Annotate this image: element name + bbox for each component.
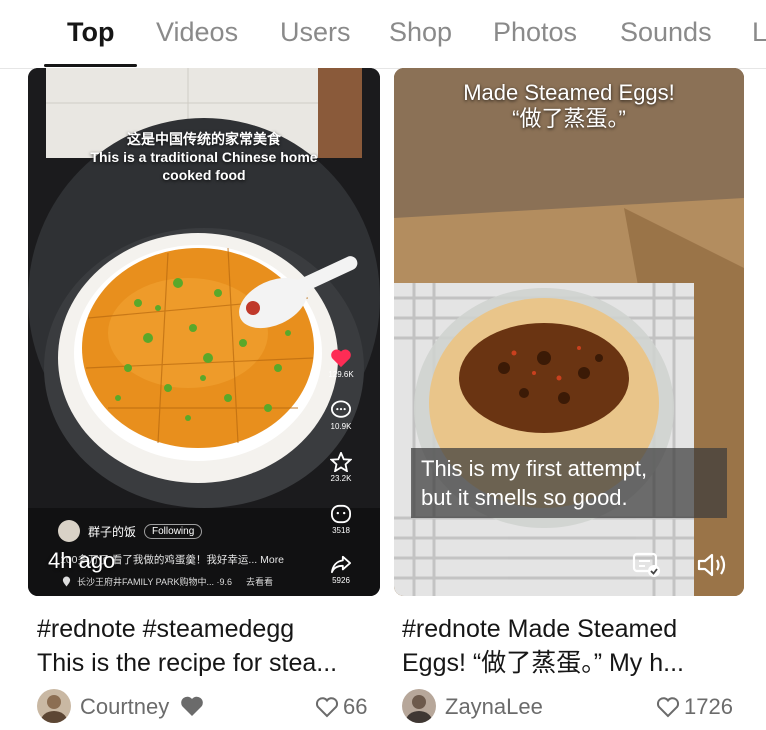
active-tab-indicator xyxy=(44,64,137,67)
subtitle-line-1: This is my first attempt, xyxy=(421,456,648,481)
video-caption-top: Made Steamed Eggs! “做了蒸蛋。” xyxy=(394,80,744,132)
card1-author[interactable]: Courtney xyxy=(80,692,205,722)
tab-sounds[interactable]: Sounds xyxy=(620,14,712,50)
heart-icon xyxy=(331,349,351,368)
heart-outline-icon xyxy=(656,697,680,718)
card1-title-line-2: This is the recipe for stea... xyxy=(37,649,338,677)
grey-heart-icon xyxy=(181,696,204,716)
video-card-2[interactable]: Made Steamed Eggs! “做了蒸蛋。” This is my fi… xyxy=(394,68,744,596)
comment-count: 10.9K xyxy=(330,422,352,431)
search-tabs: Top Videos Users Shop Photos Sounds L xyxy=(0,0,766,69)
card1-likes[interactable]: 66 xyxy=(315,692,367,722)
tab-videos[interactable]: Videos xyxy=(156,14,238,50)
creator-row: 群子的饭 Following xyxy=(58,520,203,542)
sticker-icon xyxy=(331,504,351,524)
tab-photos[interactable]: Photos xyxy=(493,14,577,50)
avatar-image xyxy=(41,695,67,723)
share-action[interactable]: 5926 xyxy=(321,554,361,585)
card2-author[interactable]: ZaynaLee xyxy=(445,692,543,722)
card1-author-name: Courtney xyxy=(80,694,170,719)
following-button[interactable]: Following xyxy=(144,523,203,539)
share-count: 5926 xyxy=(332,576,350,585)
star-icon xyxy=(330,452,352,472)
favorite-count: 23.2K xyxy=(330,474,352,483)
subtitle-line-2: but it smells so good. xyxy=(421,485,628,510)
reaction-count: 3518 xyxy=(332,526,350,535)
card2-title-line-1: #rednote Made Steamed xyxy=(402,615,678,643)
card2-author-avatar[interactable] xyxy=(402,689,436,723)
time-ago-label: 4h ago xyxy=(48,548,116,573)
caption-english-line-1: This is a traditional Chinese home xyxy=(90,149,318,165)
card2-likes[interactable]: 1726 xyxy=(656,692,733,722)
tab-top[interactable]: Top xyxy=(67,14,114,50)
comment-action[interactable]: 10.9K xyxy=(321,400,361,431)
volume-icon[interactable] xyxy=(696,551,730,579)
card2-like-count: 1726 xyxy=(684,694,733,719)
location-label: 长沙王府井FAMILY PARK购物中... ·9.6 xyxy=(77,577,233,587)
tab-more[interactable]: L xyxy=(752,14,766,50)
card1-author-avatar[interactable] xyxy=(37,689,71,723)
caption-top-line-1: Made Steamed Eggs! xyxy=(463,80,675,105)
video-caption-overlay: 这是中国传统的家常美食 This is a traditional Chines… xyxy=(28,130,380,184)
caption-top-line-2: “做了蒸蛋。” xyxy=(512,106,626,131)
heart-outline-icon xyxy=(315,697,339,718)
subtitle-box: This is my first attempt, but it smells … xyxy=(411,448,727,518)
share-arrow-icon xyxy=(330,555,351,574)
avatar-image xyxy=(406,695,432,723)
like-action[interactable]: 129.6K xyxy=(321,348,361,379)
location-action[interactable]: 去看看 xyxy=(246,575,273,588)
caption-toggle-icon[interactable] xyxy=(632,551,662,579)
tab-shop[interactable]: Shop xyxy=(389,14,452,50)
card1-title-line-1: #rednote #steamedegg xyxy=(37,615,295,643)
creator-name[interactable]: 群子的饭 xyxy=(88,523,136,540)
card2-author-name: ZaynaLee xyxy=(445,694,543,719)
creator-avatar[interactable] xyxy=(58,520,80,542)
favorite-action[interactable]: 23.2K xyxy=(321,452,361,483)
like-count: 129.6K xyxy=(328,370,354,379)
card1-like-count: 66 xyxy=(343,694,368,719)
reaction-action[interactable]: 3518 xyxy=(321,504,361,535)
card1-title[interactable]: #rednote #steamedegg This is the recipe … xyxy=(37,612,372,680)
video-card-1[interactable]: 这是中国传统的家常美食 This is a traditional Chines… xyxy=(28,68,380,596)
tab-users[interactable]: Users xyxy=(280,14,351,50)
location-pin-icon xyxy=(62,576,71,587)
card2-title-line-2: Eggs! “做了蒸蛋。” My h... xyxy=(402,649,684,677)
location-row[interactable]: 长沙王府井FAMILY PARK购物中... ·9.6 去看看 xyxy=(62,575,273,588)
card2-title[interactable]: #rednote Made Steamed Eggs! “做了蒸蛋。” My h… xyxy=(402,612,737,680)
caption-english-line-2: cooked food xyxy=(162,167,246,183)
comment-icon xyxy=(331,400,351,418)
caption-chinese: 这是中国传统的家常美食 xyxy=(127,131,281,147)
